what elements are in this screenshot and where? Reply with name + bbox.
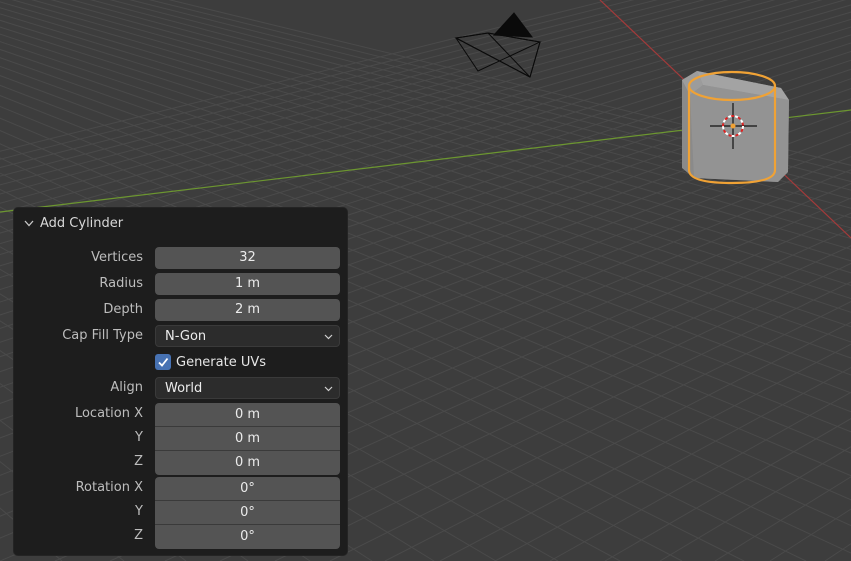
vertices-row: Vertices 32 — [14, 246, 347, 270]
location-fields: 0 m 0 m 0 m — [155, 403, 340, 475]
checkbox-checked-icon[interactable] — [155, 354, 171, 370]
rotation-fields: 0° 0° 0° — [155, 477, 340, 549]
align-value: World — [165, 381, 203, 396]
camera-up-triangle — [492, 12, 534, 38]
location-y-field[interactable]: 0 m — [155, 427, 340, 451]
radius-label: Radius — [99, 276, 143, 291]
chevron-down-icon — [324, 386, 333, 392]
generate-uvs-label: Generate UVs — [176, 354, 267, 370]
cap-fill-type-dropdown[interactable]: N-Gon — [155, 325, 340, 347]
radius-row: Radius 1 m — [14, 272, 347, 296]
location-x-label: Location X — [74, 406, 143, 421]
align-label: Align — [110, 380, 143, 395]
chevron-down-icon — [324, 334, 333, 340]
panel-title: Add Cylinder — [40, 215, 124, 231]
cap-fill-type-row: Cap Fill Type N-Gon — [14, 324, 347, 348]
checkmark-icon — [158, 357, 169, 367]
location-z-label: Z — [134, 454, 143, 469]
vertices-label: Vertices — [91, 250, 143, 265]
location-y-label: Y — [135, 430, 143, 445]
rotation-y-label: Y — [135, 504, 143, 519]
location-z-field[interactable]: 0 m — [155, 451, 340, 475]
align-row: Align World — [14, 376, 347, 400]
generate-uvs-checkbox[interactable]: Generate UVs — [155, 352, 266, 372]
cap-fill-type-label: Cap Fill Type — [62, 328, 143, 343]
align-dropdown[interactable]: World — [155, 377, 340, 399]
cap-fill-type-value: N-Gon — [165, 329, 207, 344]
rotation-x-field[interactable]: 0° — [155, 477, 340, 501]
rotation-y-field[interactable]: 0° — [155, 501, 340, 525]
depth-label: Depth — [103, 302, 143, 317]
rotation-x-label: Rotation X — [75, 480, 143, 495]
depth-row: Depth 2 m — [14, 298, 347, 322]
rotation-z-field[interactable]: 0° — [155, 525, 340, 549]
operator-panel-add-cylinder: Add Cylinder Vertices 32 Radius 1 m Dept… — [13, 207, 348, 556]
radius-field[interactable]: 1 m — [155, 273, 340, 295]
vertices-field[interactable]: 32 — [155, 247, 340, 269]
generate-uvs-row: Generate UVs — [14, 350, 347, 374]
location-x-field[interactable]: 0 m — [155, 403, 340, 427]
camera-body — [455, 32, 542, 72]
panel-header[interactable]: Add Cylinder — [14, 208, 347, 238]
chevron-down-icon[interactable] — [23, 217, 35, 229]
depth-field[interactable]: 2 m — [155, 299, 340, 321]
rotation-z-label: Z — [134, 528, 143, 543]
